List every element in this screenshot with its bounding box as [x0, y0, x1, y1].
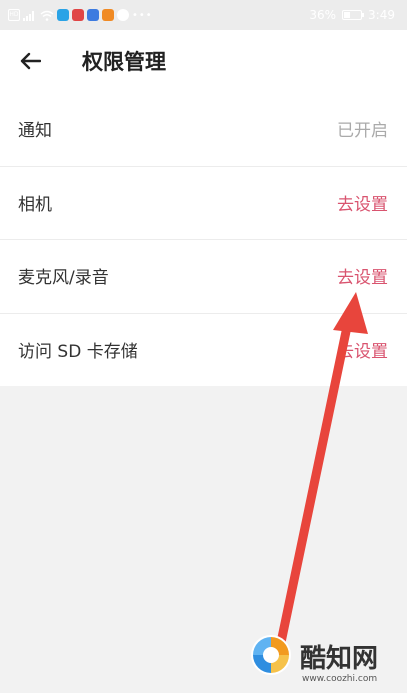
app-header: 权限管理 — [0, 30, 407, 92]
battery-percent: 36% — [309, 8, 337, 22]
page-title: 权限管理 — [82, 50, 166, 74]
watermark-brand: 酷知网 — [300, 644, 379, 674]
arrow-left-icon — [20, 52, 41, 70]
app-notification-icon — [57, 9, 69, 21]
hd-icon: HD — [8, 9, 20, 21]
status-bar: HD ••• 36% 3:49 — [0, 0, 407, 30]
permission-row-camera[interactable]: 相机 去设置 — [0, 165, 407, 240]
screen: HD ••• 36% 3:49 权限管理 通知 已开启 相机 去设置 麦克风/录… — [0, 0, 407, 693]
back-button[interactable] — [0, 30, 60, 92]
app-notification-icon — [102, 9, 114, 21]
battery-fill — [344, 12, 351, 18]
clock: 3:49 — [368, 8, 395, 22]
signal-icon — [23, 10, 34, 21]
go-settings-button[interactable]: 去设置 — [337, 337, 388, 362]
permission-label: 相机 — [18, 194, 52, 215]
status-bar-right: 36% 3:49 — [309, 8, 395, 22]
status-bar-left: HD ••• — [8, 9, 153, 21]
more-notifications-icon: ••• — [132, 9, 153, 21]
watermark-url: www.coozhi.com — [302, 674, 378, 684]
chat-bubble-icon — [117, 9, 129, 21]
permission-label: 访问 SD 卡存储 — [18, 341, 138, 362]
permission-row-microphone[interactable]: 麦克风/录音 去设置 — [0, 239, 407, 313]
permission-label: 麦克风/录音 — [18, 268, 109, 289]
watermark: 酷知网 www.coozhi.com — [248, 632, 398, 688]
go-settings-button[interactable]: 去设置 — [337, 263, 388, 288]
permission-status: 已开启 — [337, 121, 388, 142]
app-notification-icon — [72, 9, 84, 21]
battery-icon — [342, 10, 365, 20]
permission-row-notification[interactable]: 通知 已开启 — [0, 92, 407, 166]
go-settings-button[interactable]: 去设置 — [337, 190, 388, 215]
permission-list: 通知 已开启 相机 去设置 麦克风/录音 去设置 访问 SD 卡存储 去设置 — [0, 92, 407, 386]
coozhi-logo-icon — [251, 635, 291, 675]
app-notification-icon — [87, 9, 99, 21]
permission-row-sd-storage[interactable]: 访问 SD 卡存储 去设置 — [0, 312, 407, 387]
permission-label: 通知 — [18, 121, 52, 142]
wifi-icon — [40, 10, 54, 21]
